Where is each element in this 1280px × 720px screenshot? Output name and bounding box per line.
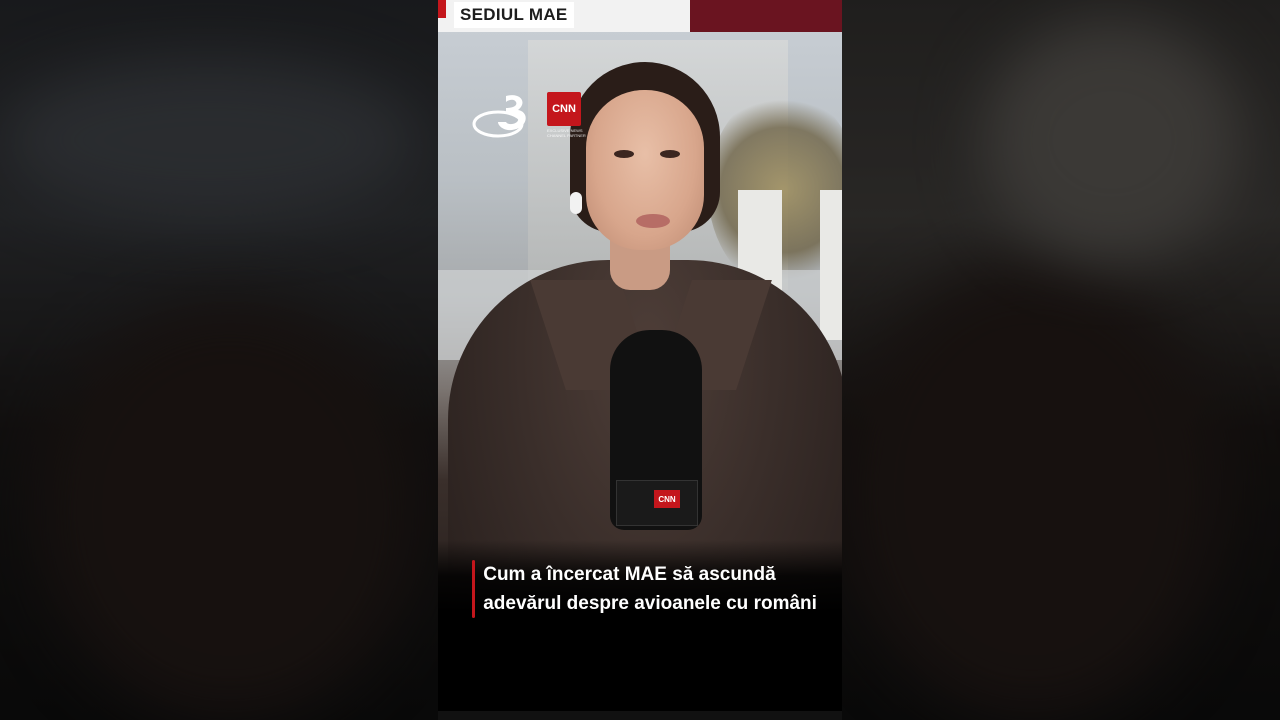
cnn-partner-subtext: EXCLUSIVE NEWS CHANNEL PARTNER: [547, 128, 586, 138]
accent-tick: [438, 0, 446, 18]
video-frame[interactable]: CNN SEDIUL MAE CNN EXCLUSIVE NEWS CHANNE…: [438, 0, 842, 720]
caption-text: Cum a încercat MAE să ascundă adevărul d…: [483, 564, 817, 614]
reporter-eye: [660, 150, 680, 158]
reporter-lips: [636, 214, 670, 228]
location-label: SEDIUL MAE: [454, 2, 574, 28]
dim-overlay: [0, 0, 438, 720]
reporter-eye: [614, 150, 634, 158]
location-bar-maroon-block: [690, 0, 842, 32]
antena3-logo-icon: [472, 95, 526, 138]
caption-block: Cum a încercat MAE să ascundă adevărul d…: [472, 560, 822, 618]
microphone-cnn-logo: CNN: [654, 490, 680, 508]
location-bar: SEDIUL MAE: [438, 0, 842, 32]
bottom-strip: [438, 711, 842, 720]
earbud-icon: [570, 192, 582, 214]
caption-accent-bar: [472, 560, 476, 618]
dim-overlay: [842, 0, 1280, 720]
gate-pillar: [820, 190, 842, 340]
blurred-background-left: [0, 0, 438, 720]
cnn-logo: CNN: [547, 92, 581, 126]
blurred-background-right: [842, 0, 1280, 720]
